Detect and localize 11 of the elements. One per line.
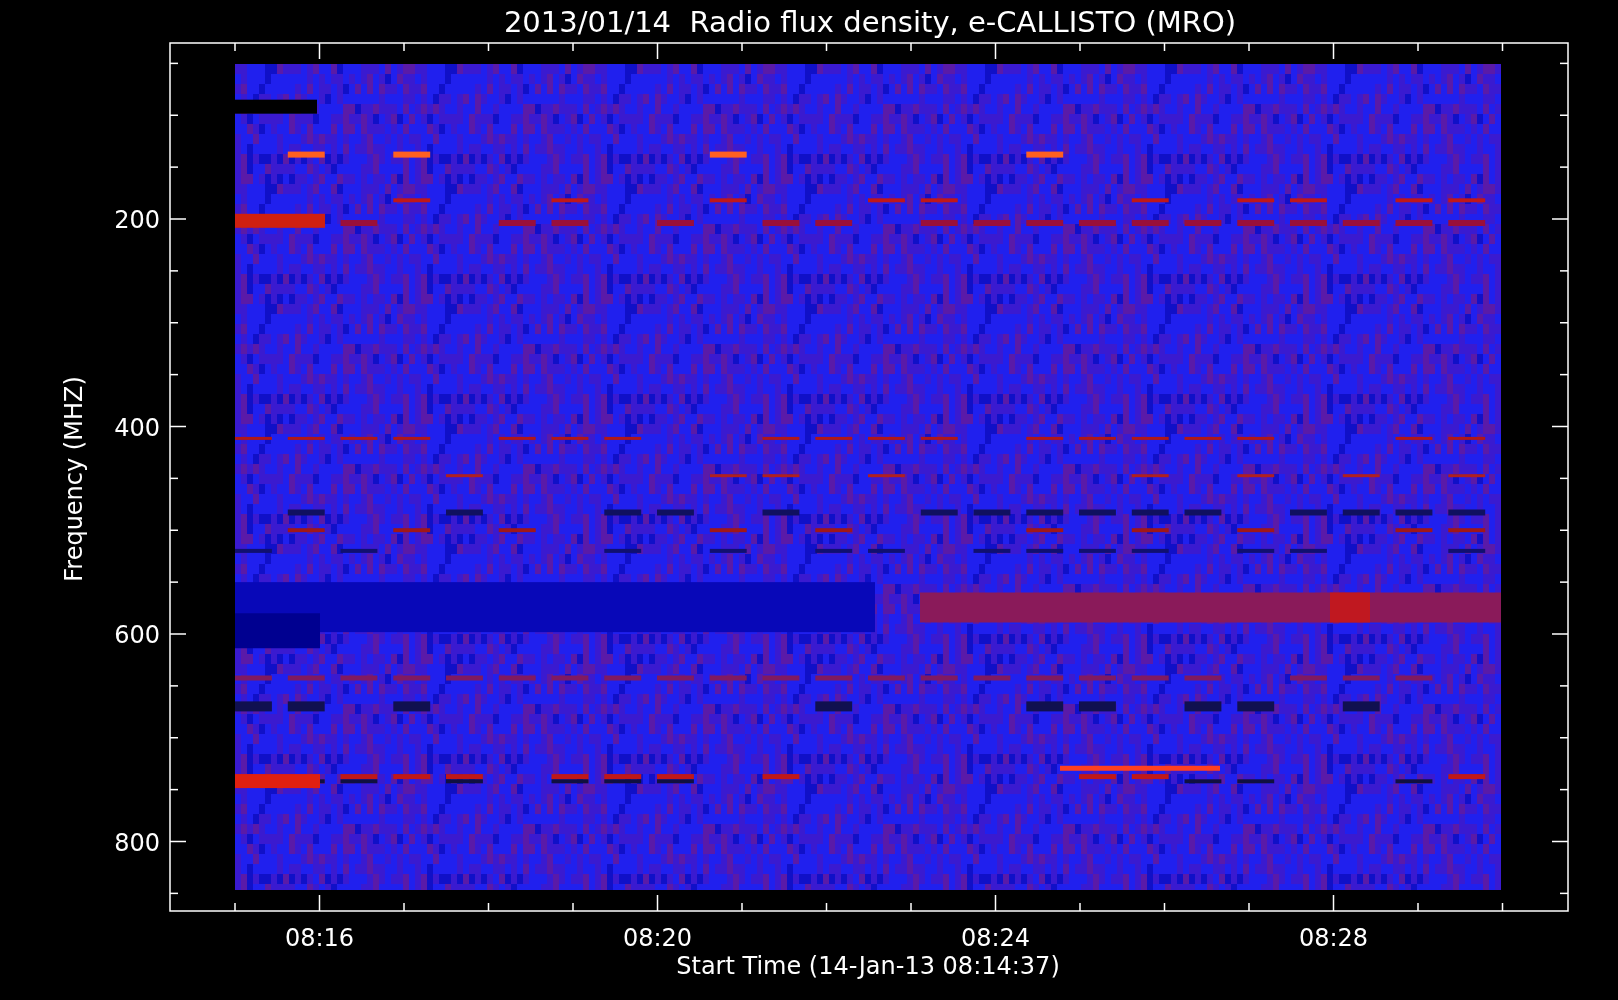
tick-label: 08:24 [960,924,1031,952]
tick-label: 800 [114,828,160,857]
tick-label: 08:20 [622,924,693,952]
axis-label: Frequency (MHZ) [60,376,88,582]
tick-label: 600 [114,621,160,649]
tick-label: 400 [114,413,160,442]
chart-title: 2013/01/14 Radio flux density, e-CALLISTO (MRO) [503,5,1237,39]
axis-label: Start Time (14-Jan-13 08:14:37) [676,952,1060,980]
tick-label: 200 [114,206,160,234]
tick-label: 08:16 [284,924,355,952]
tick-label: 08:28 [1298,924,1369,952]
